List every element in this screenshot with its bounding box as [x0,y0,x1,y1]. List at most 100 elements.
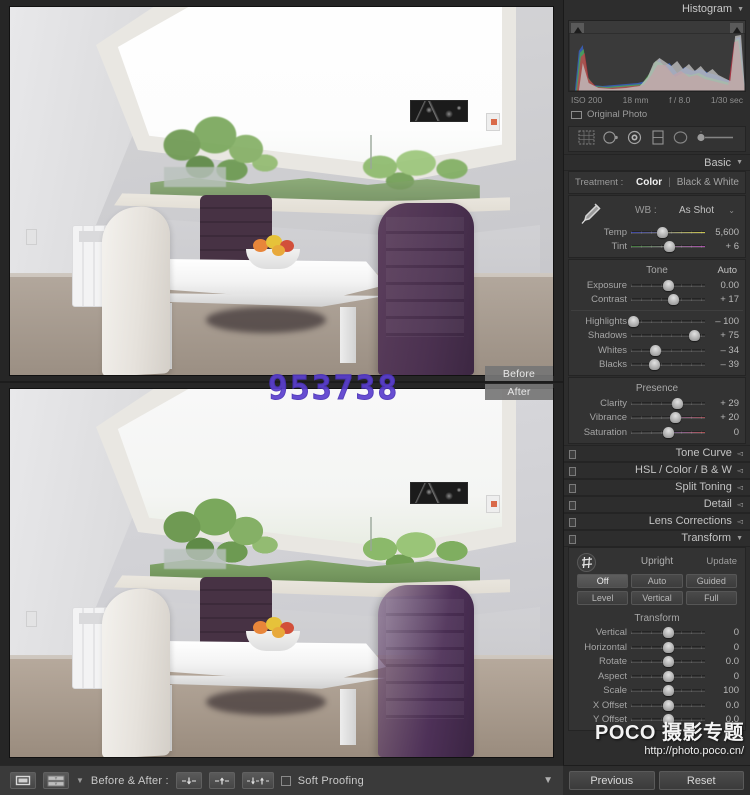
toolbar-collapse-chevron-down-icon[interactable]: ▼ [543,775,553,786]
chevron-left-icon[interactable]: ◅ [737,517,743,526]
loupe-view-icon[interactable] [10,772,36,789]
chevron-left-icon[interactable]: ◅ [737,500,743,509]
slider-track[interactable] [631,359,705,371]
upright-update-button[interactable]: Update [706,556,737,567]
before-after-split-icon[interactable]: YY [43,772,69,789]
slider-knob[interactable] [662,714,674,726]
upright-button-guided[interactable]: Guided [685,573,737,588]
previous-button[interactable]: Previous [569,771,655,790]
slider-blacks[interactable]: Blacks – 39 [569,358,745,373]
copy-settings-after-to-before-icon[interactable] [208,772,235,789]
slider-value[interactable]: 100 [709,685,739,696]
slider-track[interactable] [631,670,705,682]
slider-value[interactable]: 0.0 [709,656,739,667]
copy-settings-before-to-after-icon[interactable] [175,772,202,789]
slider-highlights[interactable]: Highlights – 100 [569,314,745,329]
slider-y-offset[interactable]: Y Offset 0.0 [569,713,745,728]
slider-tint[interactable]: Tint + 6 [569,240,745,255]
slider-track[interactable] [631,330,705,342]
slider-track[interactable] [631,412,705,424]
after-photo-pane[interactable] [0,382,563,764]
slider-aspect[interactable]: Aspect 0 [569,669,745,684]
slider-knob[interactable] [662,426,674,438]
slider-track[interactable] [631,685,705,697]
original-photo-toggle[interactable]: Original Photo [564,106,750,124]
chevron-down-icon[interactable]: ▼ [736,159,743,166]
slider-knob[interactable] [662,685,674,697]
slider-knob[interactable] [627,315,639,327]
white-balance-chevron-icon[interactable]: ⌄ [728,206,735,215]
swap-before-after-icon[interactable] [241,772,274,789]
crop-overlay-icon[interactable] [578,130,595,148]
slider-saturation[interactable]: Saturation 0 [569,425,745,440]
slider-scale[interactable]: Scale 100 [569,684,745,699]
adjustment-brush-icon[interactable] [696,131,736,147]
treatment-option-color[interactable]: Color [636,177,662,188]
section-transform[interactable]: Transform ▼ [564,529,750,547]
after-photo[interactable] [10,389,553,757]
slider-knob[interactable] [662,656,674,668]
soft-proofing-checkbox[interactable] [280,775,291,786]
histogram[interactable] [568,20,746,92]
slider-value[interactable]: 0 [709,642,739,653]
chevron-left-icon[interactable]: ◅ [737,483,743,492]
slider-value[interactable]: 5,600 [709,227,739,238]
panel-switch-icon[interactable] [569,517,576,527]
slider-knob[interactable] [649,344,661,356]
graduated-filter-icon[interactable] [651,130,665,148]
slider-track[interactable] [631,656,705,668]
radial-filter-icon[interactable] [672,130,689,148]
slider-rotate[interactable]: Rotate 0.0 [569,655,745,670]
panel-switch-icon[interactable] [569,466,576,476]
chevron-left-icon[interactable]: ◅ [737,466,743,475]
slider-knob[interactable] [662,699,674,711]
slider-shadows[interactable]: Shadows + 75 [569,329,745,344]
section-detail[interactable]: Detail ◅ [564,495,750,513]
slider-track[interactable] [631,641,705,653]
red-eye-correction-icon[interactable] [626,130,643,148]
slider-knob[interactable] [669,412,681,424]
tone-auto-button[interactable]: Auto [717,265,737,276]
slider-value[interactable]: + 20 [709,412,739,423]
slider-contrast[interactable]: Contrast + 17 [569,293,745,308]
slider-knob[interactable] [662,641,674,653]
section-hsl-color-bw[interactable]: HSL / Color / B & W ◅ [564,461,750,479]
upright-button-auto[interactable]: Auto [631,573,683,588]
slider-vibrance[interactable]: Vibrance + 20 [569,411,745,426]
slider-vertical[interactable]: Vertical 0 [569,626,745,641]
slider-value[interactable]: + 17 [709,294,739,305]
basic-section-header[interactable]: Basic ▼ [564,154,750,171]
slider-track[interactable] [631,714,705,726]
upright-button-off[interactable]: Off [577,573,629,588]
slider-clarity[interactable]: Clarity + 29 [569,396,745,411]
slider-value[interactable]: – 34 [709,345,740,356]
slider-knob[interactable] [662,279,674,291]
spot-removal-icon[interactable] [602,130,619,148]
section-lens-corrections[interactable]: Lens Corrections ◅ [564,512,750,530]
slider-exposure[interactable]: Exposure 0.00 [569,278,745,293]
upright-button-full[interactable]: Full [685,590,737,605]
slider-knob[interactable] [672,397,684,409]
slider-track[interactable] [631,226,705,238]
chevron-down-icon[interactable]: ▼ [737,6,744,13]
slider-knob[interactable] [663,241,675,253]
reset-button[interactable]: Reset [658,771,744,790]
slider-value[interactable]: – 100 [709,316,739,327]
slider-value[interactable]: 0.00 [709,280,740,291]
slider-track[interactable] [631,344,705,356]
slider-knob[interactable] [649,359,661,371]
slider-value[interactable]: 0 [709,427,739,438]
slider-knob[interactable] [689,330,701,342]
slider-value[interactable]: + 75 [709,330,739,341]
slider-value[interactable]: 0 [709,671,739,682]
slider-knob[interactable] [656,226,668,238]
slider-whites[interactable]: Whites – 34 [569,343,745,358]
slider-track[interactable] [631,699,705,711]
slider-knob[interactable] [662,627,674,639]
section-tone-curve[interactable]: Tone Curve ◅ [564,444,750,462]
slider-knob[interactable] [668,294,680,306]
panel-switch-icon[interactable] [569,449,576,459]
before-photo-pane[interactable] [0,0,563,382]
slider-track[interactable] [631,627,705,639]
slider-value[interactable]: 0.0 [709,700,739,711]
